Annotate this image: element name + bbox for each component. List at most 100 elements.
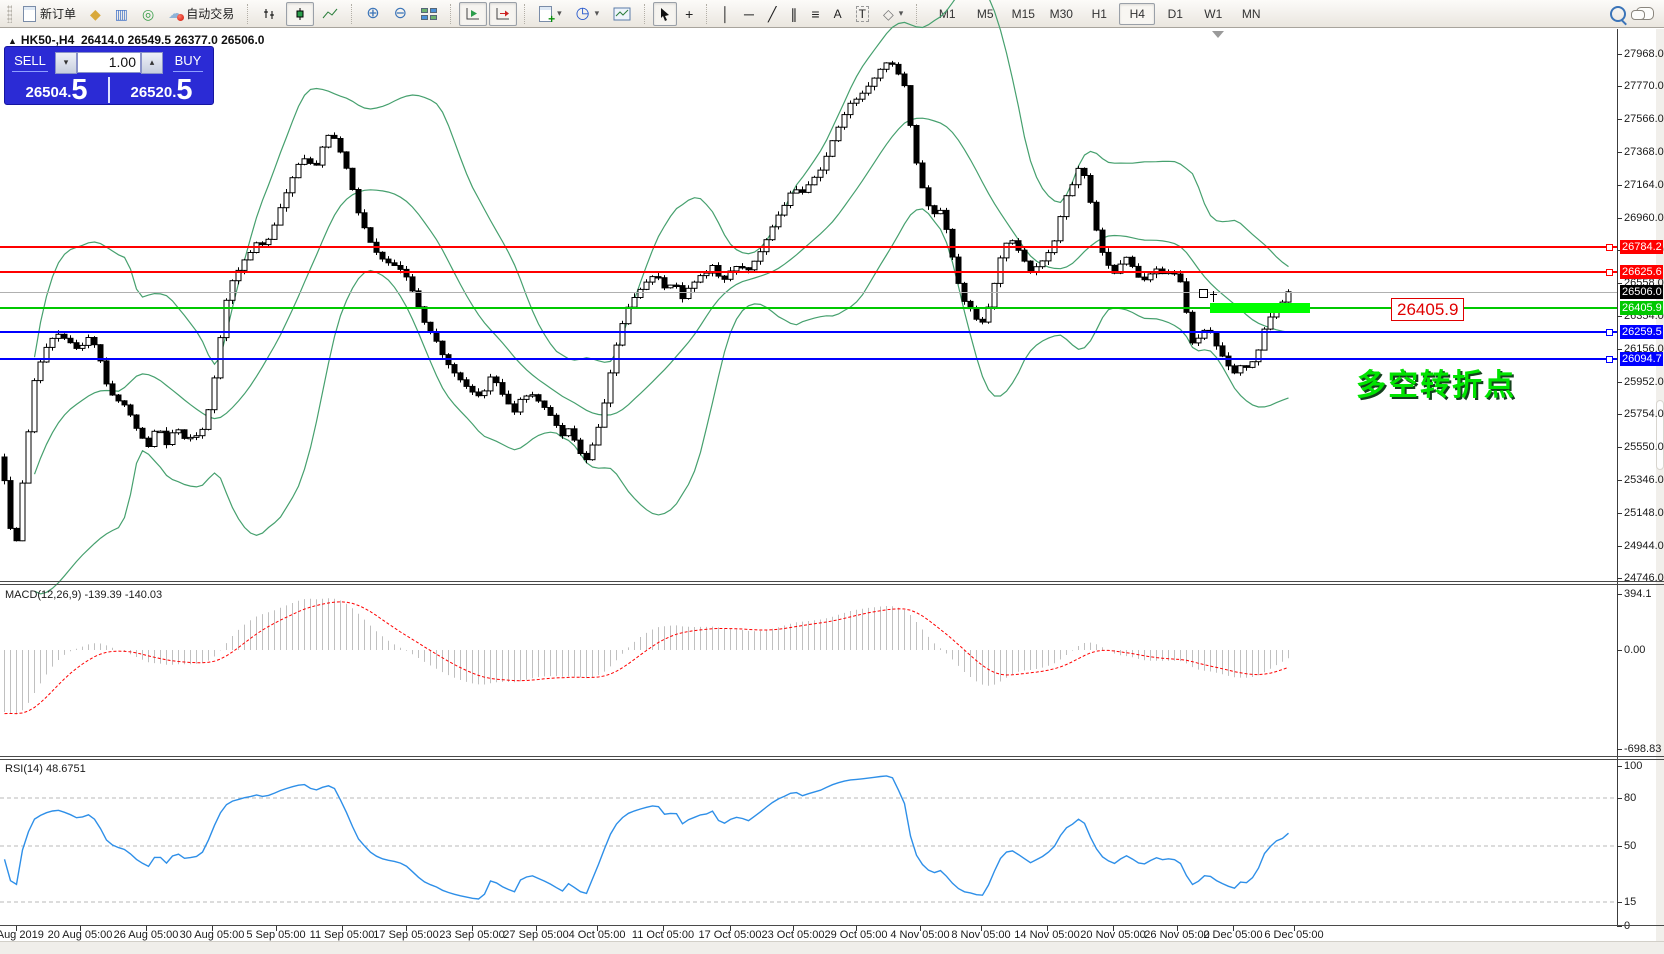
line-chart-type-button[interactable] [316,2,344,26]
horizontal-line-tool-button[interactable]: ─ [738,2,760,26]
collapse-icon[interactable]: ▲ [8,36,17,46]
arrows-tool-button[interactable]: ◇▾ [877,2,909,26]
timeframe-w1-button[interactable]: W1 [1195,3,1231,25]
rsi-tick-mark [1617,846,1622,847]
zoom-in-button[interactable]: ⊕ [360,2,385,26]
timeframe-h1-button[interactable]: H1 [1081,3,1117,25]
sell-price[interactable]: 26504.5 [5,75,108,105]
price-tick-label: 25952.0 [1624,376,1664,388]
cursor-tool-button[interactable] [653,2,677,26]
price-level-badge: 26259.5 [1620,325,1663,339]
time-tick-label: 20 Nov 05:00 [1080,929,1145,941]
market-watch-icon: ▥ [115,7,128,21]
timeframe-m15-button[interactable]: M15 [1005,3,1041,25]
tile-windows-icon [421,8,437,20]
macd-tick-label: 394.1 [1624,588,1652,600]
rsi-tick-label: 50 [1624,840,1636,852]
candlestick-type-button[interactable] [286,2,314,26]
rsi-tick-mark [1617,926,1622,927]
autotrading-button[interactable]: ☁ 自动交易 [162,2,240,26]
toolbar-separator [450,4,452,24]
chart-annotation-text[interactable]: 多空转折点 [1286,360,1516,404]
auto-scroll-button[interactable] [459,2,487,26]
indicators-button[interactable]: + ▾ [533,2,568,26]
fibonacci-icon: ≡ [811,7,819,21]
toolbar-grip[interactable] [7,5,12,23]
line-edit-handle[interactable] [1606,244,1613,251]
price-tick-label: 27770.0 [1624,80,1664,92]
rsi-tick-label: 15 [1624,896,1636,908]
price-level-line[interactable] [0,246,1617,248]
zoom-out-button[interactable]: ⊖ [388,2,413,26]
price-tick-label: 24944.0 [1624,540,1664,552]
timeframe-mn-button[interactable]: MN [1233,3,1269,25]
object-anchor-square[interactable] [1199,289,1208,298]
price-level-badge: 26625.6 [1620,265,1663,279]
search-icon[interactable] [1610,6,1626,22]
time-tick-label: 11 Sep 05:00 [310,929,375,941]
pane-splitter[interactable] [0,759,1664,760]
price-tick-mark [1617,382,1622,383]
price-callout[interactable]: 26405.9 [1391,298,1464,321]
timeframe-m1-button[interactable]: M1 [929,3,965,25]
toolbar: 新订单 ◆ ▥ ◎ ☁ 自动交易 ⊕ ⊖ + ▾ ◷ [0,0,1664,28]
timeframe-h4-button[interactable]: H4 [1119,3,1155,25]
chart-shift-marker[interactable] [1212,31,1224,38]
level-highlight-bar[interactable] [1210,303,1310,313]
bar-chart-type-button[interactable] [256,2,284,26]
expert-advisors-button[interactable]: ◎ [136,2,160,26]
line-chart-icon [322,7,338,21]
line-edit-handle[interactable] [1606,329,1613,336]
timeframe-m5-button[interactable]: M5 [967,3,1003,25]
price-level-line[interactable] [0,331,1617,333]
price-tick-mark [1617,119,1622,120]
styler-button[interactable]: ◆ [84,2,107,26]
price-tick-mark [1617,54,1622,55]
fibonacci-tool-button[interactable]: ≡ [805,2,825,26]
autotrading-label: 自动交易 [186,5,234,22]
timeframe-d1-button[interactable]: D1 [1157,3,1193,25]
vertical-line-tool-button[interactable]: │ [715,2,736,26]
periods-button[interactable]: ◷ ▾ [570,2,606,26]
timeframe-m30-button[interactable]: M30 [1043,3,1079,25]
new-order-button[interactable]: 新订单 [17,2,82,26]
volume-input[interactable]: 1.00 [77,52,141,73]
chart-canvas[interactable] [0,0,1664,954]
object-cross-marker[interactable] [1209,291,1218,302]
timeframe-group: M1M5M15M30H1H4D1W1MN [929,3,1269,25]
trendline-icon: ╱ [768,7,776,21]
mt4-window: 新订单 ◆ ▥ ◎ ☁ 自动交易 ⊕ ⊖ + ▾ ◷ [0,0,1664,954]
volume-decrease-button[interactable]: ▾ [55,52,77,74]
rsi-tick-label: 0 [1624,920,1630,932]
channel-tool-button[interactable]: ∥ [784,2,803,26]
volume-increase-button[interactable]: ▴ [141,52,163,74]
price-level-line[interactable] [0,307,1617,309]
price-level-line[interactable] [0,271,1617,273]
pane-splitter[interactable] [0,756,1664,757]
buy-price[interactable]: 26520.5 [110,75,213,105]
time-axis-border [0,925,1664,926]
current-price-badge: 26506.0 [1620,285,1663,299]
pane-splitter[interactable] [0,581,1664,582]
price-tick-mark [1617,480,1622,481]
market-watch-button[interactable]: ▥ [109,2,134,26]
indicators-icon: + [539,6,552,22]
text-label-tool-button[interactable]: T [850,2,875,26]
crosshair-tool-button[interactable]: + [679,2,699,26]
line-edit-handle[interactable] [1606,269,1613,276]
price-tick-mark [1617,152,1622,153]
pane-splitter[interactable] [0,584,1664,585]
price-tick-label: 27164.0 [1624,179,1664,191]
chat-icon[interactable] [1636,7,1654,20]
tile-windows-button[interactable] [415,2,443,26]
time-tick-label: 26 Aug 05:00 [114,929,179,941]
sell-button[interactable]: SELL [5,47,55,75]
text-tool-button[interactable]: A [828,2,848,26]
chart-title: ▲HK50-,H4 26414.0 26549.5 26377.0 26506.… [8,33,264,47]
toolbar-separator [524,4,526,24]
trendline-tool-button[interactable]: ╱ [762,2,782,26]
templates-button[interactable] [607,2,637,26]
line-edit-handle[interactable] [1606,356,1613,363]
buy-button[interactable]: BUY [163,47,213,75]
chart-shift-button[interactable] [489,2,517,26]
